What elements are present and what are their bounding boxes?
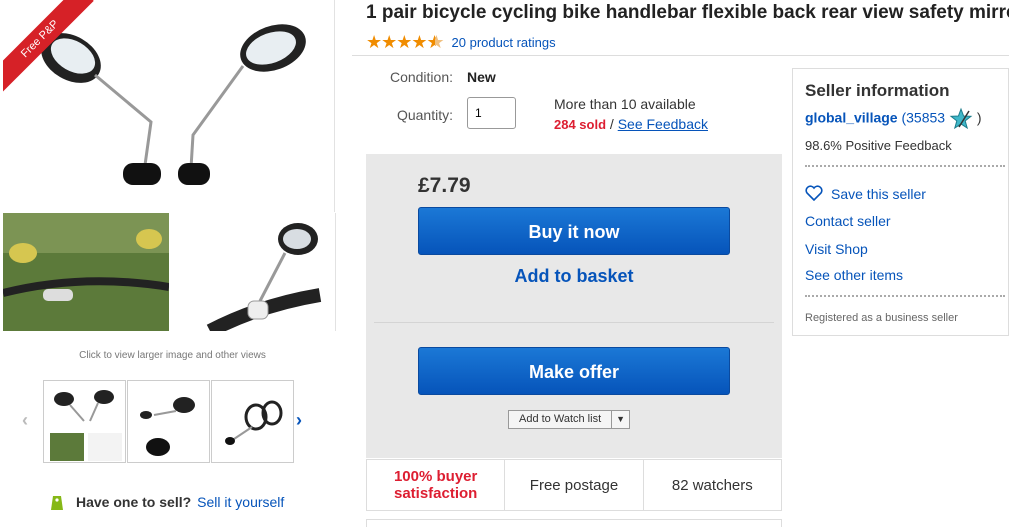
add-to-basket-button[interactable]: Add to basket xyxy=(418,266,730,287)
thumbnail-1[interactable] xyxy=(43,380,126,463)
product-ratings-link[interactable]: 20 product ratings xyxy=(452,35,556,50)
sold-separator: / xyxy=(609,116,614,132)
seller-name-line: global_village (35853 ) xyxy=(805,107,982,131)
buyer-satisfaction: 100% buyer satisfaction xyxy=(367,460,506,510)
title-divider xyxy=(352,55,1009,56)
save-seller-link[interactable]: Save this seller xyxy=(805,185,926,202)
thumbnail-2-image xyxy=(140,397,195,456)
free-postage-text: Free postage xyxy=(505,460,644,510)
next-section-edge xyxy=(366,519,782,527)
add-to-watch-list[interactable]: Add to Watch list ▼ xyxy=(508,410,631,429)
sell-it-yourself-link[interactable]: Sell it yourself xyxy=(197,494,284,510)
seller-info-heading: Seller information xyxy=(805,81,950,100)
sell-prompt: Have one to sell? Sell it yourself xyxy=(51,494,284,510)
listing-page: Free P&P Click to view larger image and … xyxy=(0,0,1009,527)
business-seller-note: Registered as a business seller xyxy=(805,312,958,324)
watch-dropdown-icon[interactable]: ▼ xyxy=(612,411,629,428)
make-offer-button[interactable]: Make offer xyxy=(418,347,730,395)
gallery-image-outdoor[interactable] xyxy=(3,213,169,331)
buy-box-divider xyxy=(374,322,774,323)
carousel-prev-icon[interactable]: ‹ xyxy=(22,410,28,431)
heart-outline-icon xyxy=(805,185,823,201)
image-click-hint: Click to view larger image and other vie… xyxy=(79,350,266,361)
mirror-on-bike-photo xyxy=(3,213,169,331)
image-gallery: Free P&P Click to view larger image and … xyxy=(0,0,345,527)
rating-stars-icon: ★★★★★★ xyxy=(366,31,444,52)
listing-title: 1 pair bicycle cycling bike handlebar fl… xyxy=(366,2,1009,23)
buy-it-now-button[interactable]: Buy it now xyxy=(418,207,730,255)
thumbnail-3[interactable] xyxy=(211,380,294,463)
quantity-input[interactable] xyxy=(467,97,516,129)
thumbnail-carousel: ‹ › xyxy=(20,378,320,464)
sold-line: 284 sold / See Feedback xyxy=(554,116,708,132)
main-product-image[interactable]: Free P&P xyxy=(3,0,335,212)
product-rating: ★★★★★★ 20 product ratings xyxy=(366,32,556,52)
quantity-label: Quantity: xyxy=(396,107,453,123)
save-seller-label: Save this seller xyxy=(831,186,926,202)
watch-list-label[interactable]: Add to Watch list xyxy=(509,411,613,428)
seller-info-panel: Seller information global_village (35853… xyxy=(792,68,1009,336)
mirror-closeup-photo xyxy=(206,223,322,331)
seller-name-link[interactable]: global_village xyxy=(805,110,898,126)
thumbnail-1-image xyxy=(50,390,122,461)
trust-bar: 100% buyer satisfaction Free postage 82 … xyxy=(366,459,782,511)
thumbnail-3-image xyxy=(225,400,283,445)
watchers-count: 82 watchers xyxy=(671,476,753,494)
seller-divider-top xyxy=(805,165,1005,167)
condition-value: New xyxy=(467,69,496,85)
gallery-image-closeup[interactable] xyxy=(170,213,336,331)
visit-shop-link[interactable]: Visit Shop xyxy=(805,241,868,257)
sell-question: Have one to sell? xyxy=(76,494,192,510)
turquoise-star-icon xyxy=(949,107,973,130)
sold-count: 284 sold xyxy=(554,117,607,132)
thumbnail-2[interactable] xyxy=(127,380,210,463)
seller-score-link[interactable]: (35853 xyxy=(901,110,945,126)
positive-feedback: 98.6% Positive Feedback xyxy=(805,138,952,153)
see-other-items-link[interactable]: See other items xyxy=(805,267,903,283)
seller-score-close: ) xyxy=(976,109,982,126)
condition-label: Condition: xyxy=(389,69,453,85)
buy-box: £7.79 Buy it now Add to basket Make offe… xyxy=(366,154,782,458)
availability-text: More than 10 available xyxy=(554,96,696,112)
price-tag-icon xyxy=(51,496,63,510)
carousel-next-icon[interactable]: › xyxy=(296,410,302,431)
contact-seller-link[interactable]: Contact seller xyxy=(805,213,891,229)
seller-divider-bottom xyxy=(805,295,1005,297)
price: £7.79 xyxy=(418,174,471,197)
see-feedback-link[interactable]: See Feedback xyxy=(618,116,708,132)
